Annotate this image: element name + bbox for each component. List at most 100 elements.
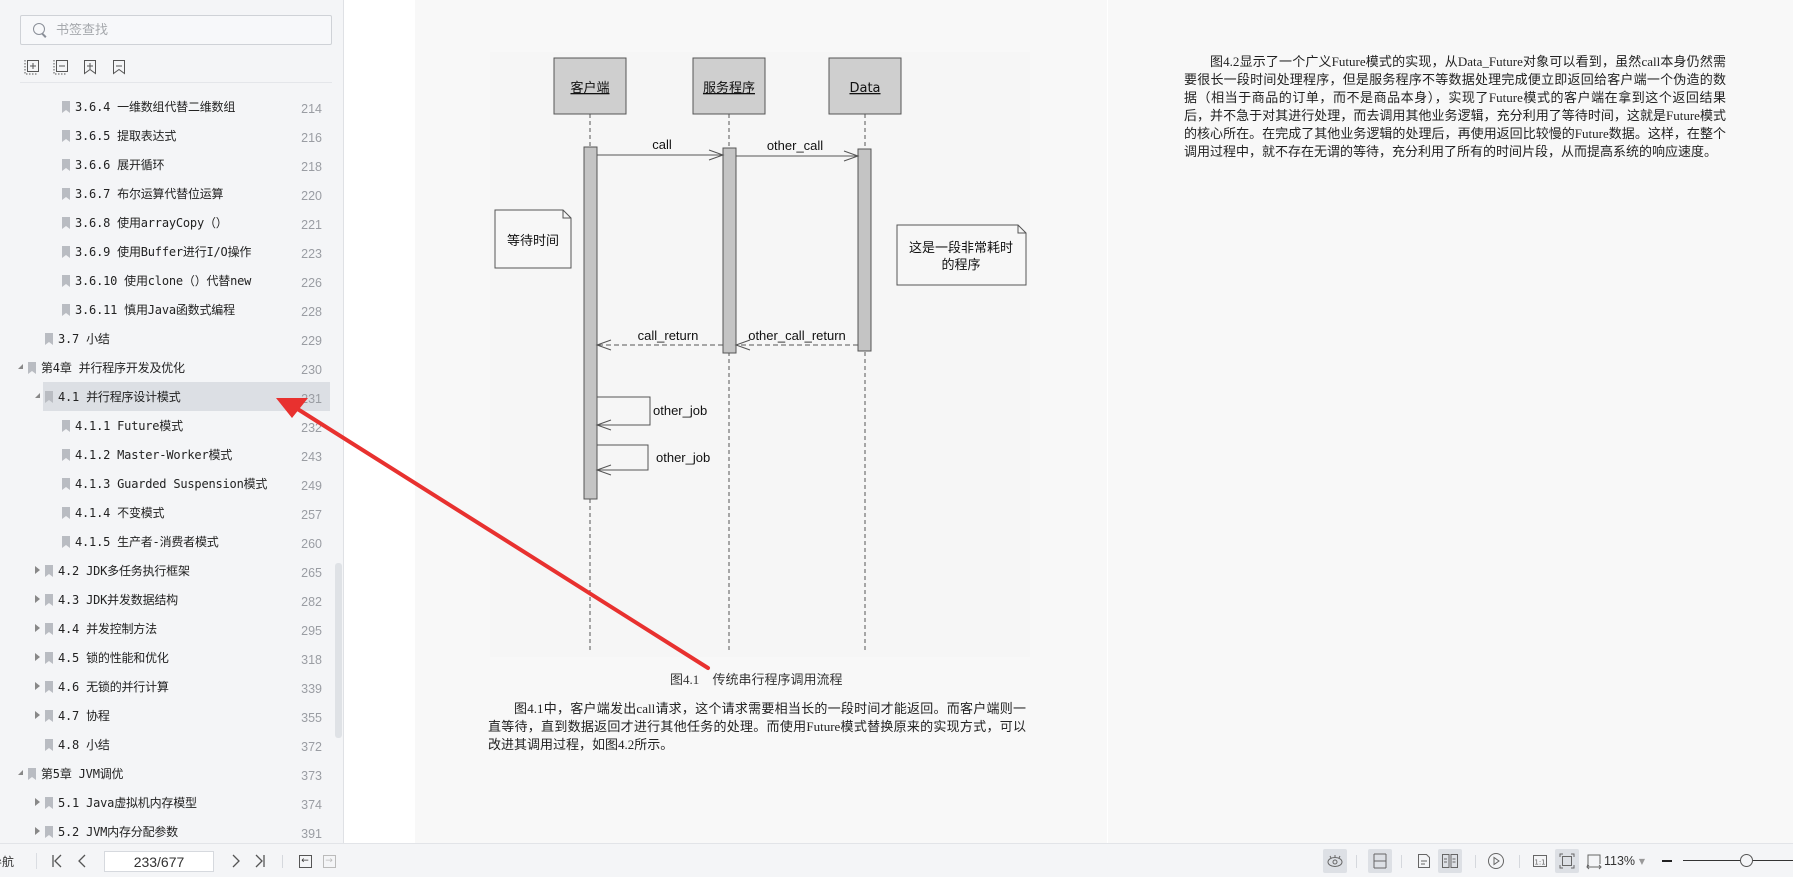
- fit-page-button[interactable]: [1555, 849, 1579, 873]
- expand-triangle-icon[interactable]: [35, 682, 40, 690]
- bookmark-page-number: 216: [301, 131, 322, 145]
- bookmark-label: 4.2 JDK多任务执行框架: [58, 564, 190, 578]
- zoom-mode-button[interactable]: [1582, 849, 1606, 873]
- bookmark-icon: [62, 246, 70, 258]
- note-text: 的程序: [941, 257, 980, 273]
- bookmark-item[interactable]: 4.1.3 Guarded Suspension模式 249: [0, 469, 330, 498]
- bookmark-item[interactable]: 3.6.8 使用arrayCopy（） 221: [0, 208, 330, 237]
- expand-triangle-icon[interactable]: [35, 624, 40, 632]
- expand-triangle-icon[interactable]: [35, 827, 40, 835]
- bookmark-search-input[interactable]: [56, 22, 306, 38]
- bookmark-page-number: 221: [301, 218, 322, 232]
- bookmark-item[interactable]: 4.4 并发控制方法 295: [0, 614, 330, 643]
- bookmark-label: 4.1.4 不变模式: [75, 506, 165, 520]
- eye-icon: [1327, 855, 1343, 867]
- remove-bookmark-icon[interactable]: [111, 58, 127, 76]
- expand-triangle-icon[interactable]: [35, 711, 40, 719]
- bookmark-page-number: 355: [301, 711, 322, 725]
- bookmark-item[interactable]: 第4章 并行程序开发及优化 230: [0, 353, 330, 382]
- collapse-triangle-icon[interactable]: [18, 770, 23, 775]
- chevron-down-icon[interactable]: ▼: [1638, 844, 1646, 877]
- bookmark-item[interactable]: 5.2 JVM内存分配参数 391: [0, 817, 330, 846]
- next-page-button[interactable]: [226, 844, 246, 877]
- expand-all-icon[interactable]: [24, 58, 40, 76]
- bookmark-label: 4.7 协程: [58, 709, 110, 723]
- bookmark-item[interactable]: 4.1.1 Future模式 232: [0, 411, 330, 440]
- lifeline-label: Data: [849, 81, 880, 96]
- bookmark-page-number: 265: [301, 566, 322, 580]
- single-page-button[interactable]: [1412, 849, 1436, 873]
- divider: [1519, 855, 1520, 868]
- bookmark-item[interactable]: 4.3 JDK并发数据结构 282: [0, 585, 330, 614]
- back-button[interactable]: ←: [297, 844, 313, 877]
- expand-triangle-icon[interactable]: [35, 566, 40, 574]
- bookmark-item[interactable]: 4.1.5 生产者-消费者模式 260: [0, 527, 330, 556]
- bookmark-page-number: 230: [301, 363, 322, 377]
- bookmark-page-number: 214: [301, 102, 322, 116]
- bookmark-item[interactable]: 4.5 锁的性能和优化 318: [0, 643, 330, 672]
- add-bookmark-icon[interactable]: [82, 58, 98, 76]
- bookmark-item[interactable]: 4.7 协程 355: [0, 701, 330, 730]
- bookmark-item[interactable]: 3.6.4 一维数组代替二维数组 214: [0, 92, 330, 121]
- fit-page-icon: [1559, 853, 1575, 869]
- bookmark-page-number: 226: [301, 276, 322, 290]
- bookmark-item[interactable]: 3.6.10 使用clone（）代替new 226: [0, 266, 330, 295]
- bookmark-icon: [45, 333, 53, 345]
- bookmark-page-number: 228: [301, 305, 322, 319]
- eye-protection-button[interactable]: [1323, 849, 1347, 873]
- bookmark-item[interactable]: 第5章 JVM调优 373: [0, 759, 330, 788]
- bookmark-label: 4.5 锁的性能和优化: [58, 651, 169, 665]
- actual-size-button[interactable]: 1:1: [1528, 849, 1552, 873]
- first-page-button[interactable]: [47, 844, 67, 877]
- toolbar-divider: [20, 82, 332, 83]
- message-label: call: [652, 137, 672, 152]
- bookmark-icon: [62, 449, 70, 461]
- zoom-slider-track[interactable]: [1683, 860, 1793, 861]
- collapse-all-icon[interactable]: [53, 58, 69, 76]
- bookmark-item[interactable]: 4.2 JDK多任务执行框架 265: [0, 556, 330, 585]
- page-number-input[interactable]: [104, 851, 214, 872]
- bookmark-item[interactable]: 3.6.5 提取表达式 216: [0, 121, 330, 150]
- two-page-button[interactable]: [1438, 849, 1462, 873]
- prev-page-button[interactable]: [72, 844, 92, 877]
- expand-triangle-icon[interactable]: [35, 595, 40, 603]
- bookmark-item[interactable]: 4.6 无锁的并行计算 339: [0, 672, 330, 701]
- bookmark-page-number: 372: [301, 740, 322, 754]
- expand-triangle-icon[interactable]: [35, 798, 40, 806]
- bookmark-item[interactable]: 3.7 小结 229: [0, 324, 330, 353]
- divider: [282, 855, 283, 868]
- lifeline-label: 服务程序: [703, 80, 755, 96]
- self-message-line: [597, 444, 649, 471]
- last-page-button[interactable]: [250, 844, 270, 877]
- bookmark-item[interactable]: 3.6.7 布尔运算代替位运算 220: [0, 179, 330, 208]
- collapse-triangle-icon[interactable]: [35, 393, 40, 398]
- bookmark-icon: [45, 797, 53, 809]
- zoom-out-button[interactable]: [1660, 844, 1674, 877]
- sidebar-scrollbar[interactable]: [335, 563, 342, 738]
- collapse-triangle-icon[interactable]: [18, 364, 23, 369]
- zoom-slider-thumb[interactable]: [1739, 854, 1753, 867]
- play-button[interactable]: [1484, 849, 1508, 873]
- expand-triangle-icon[interactable]: [35, 653, 40, 661]
- bookmark-label: 3.7 小结: [58, 332, 110, 346]
- bookmark-item[interactable]: 4.1 并行程序设计模式 231: [0, 382, 330, 411]
- bookmark-search-box[interactable]: [20, 15, 332, 45]
- bookmark-item[interactable]: 4.1.2 Master-Worker模式 243: [0, 440, 330, 469]
- bookmark-item[interactable]: 4.8 小结 372: [0, 730, 330, 759]
- bookmark-label: 4.1.3 Guarded Suspension模式: [75, 477, 268, 491]
- bookmark-label: 第4章 并行程序开发及优化: [41, 361, 185, 375]
- fit-width-button[interactable]: [1368, 849, 1392, 873]
- bookmark-label: 4.1.1 Future模式: [75, 419, 183, 433]
- play-icon: [1488, 853, 1504, 869]
- bookmark-item[interactable]: 3.6.6 展开循环 218: [0, 150, 330, 179]
- bookmark-item[interactable]: 4.1.4 不变模式 257: [0, 498, 330, 527]
- figure-caption: 图4.1 传统串行程序调用流程: [670, 672, 843, 687]
- bookmark-item[interactable]: 3.6.11 慎用Java函数式编程 228: [0, 295, 330, 324]
- first-page-icon: [52, 854, 62, 868]
- bookmark-item[interactable]: 3.6.9 使用Buffer进行I/O操作 223: [0, 237, 330, 266]
- bookmark-label: 4.4 并发控制方法: [58, 622, 157, 636]
- bookmark-item[interactable]: 5.1 Java虚拟机内存模型 374: [0, 788, 330, 817]
- navigation-toggle[interactable]: 导航: [0, 844, 24, 877]
- bookmark-page-number: 243: [301, 450, 322, 464]
- forward-button[interactable]: →: [321, 844, 337, 877]
